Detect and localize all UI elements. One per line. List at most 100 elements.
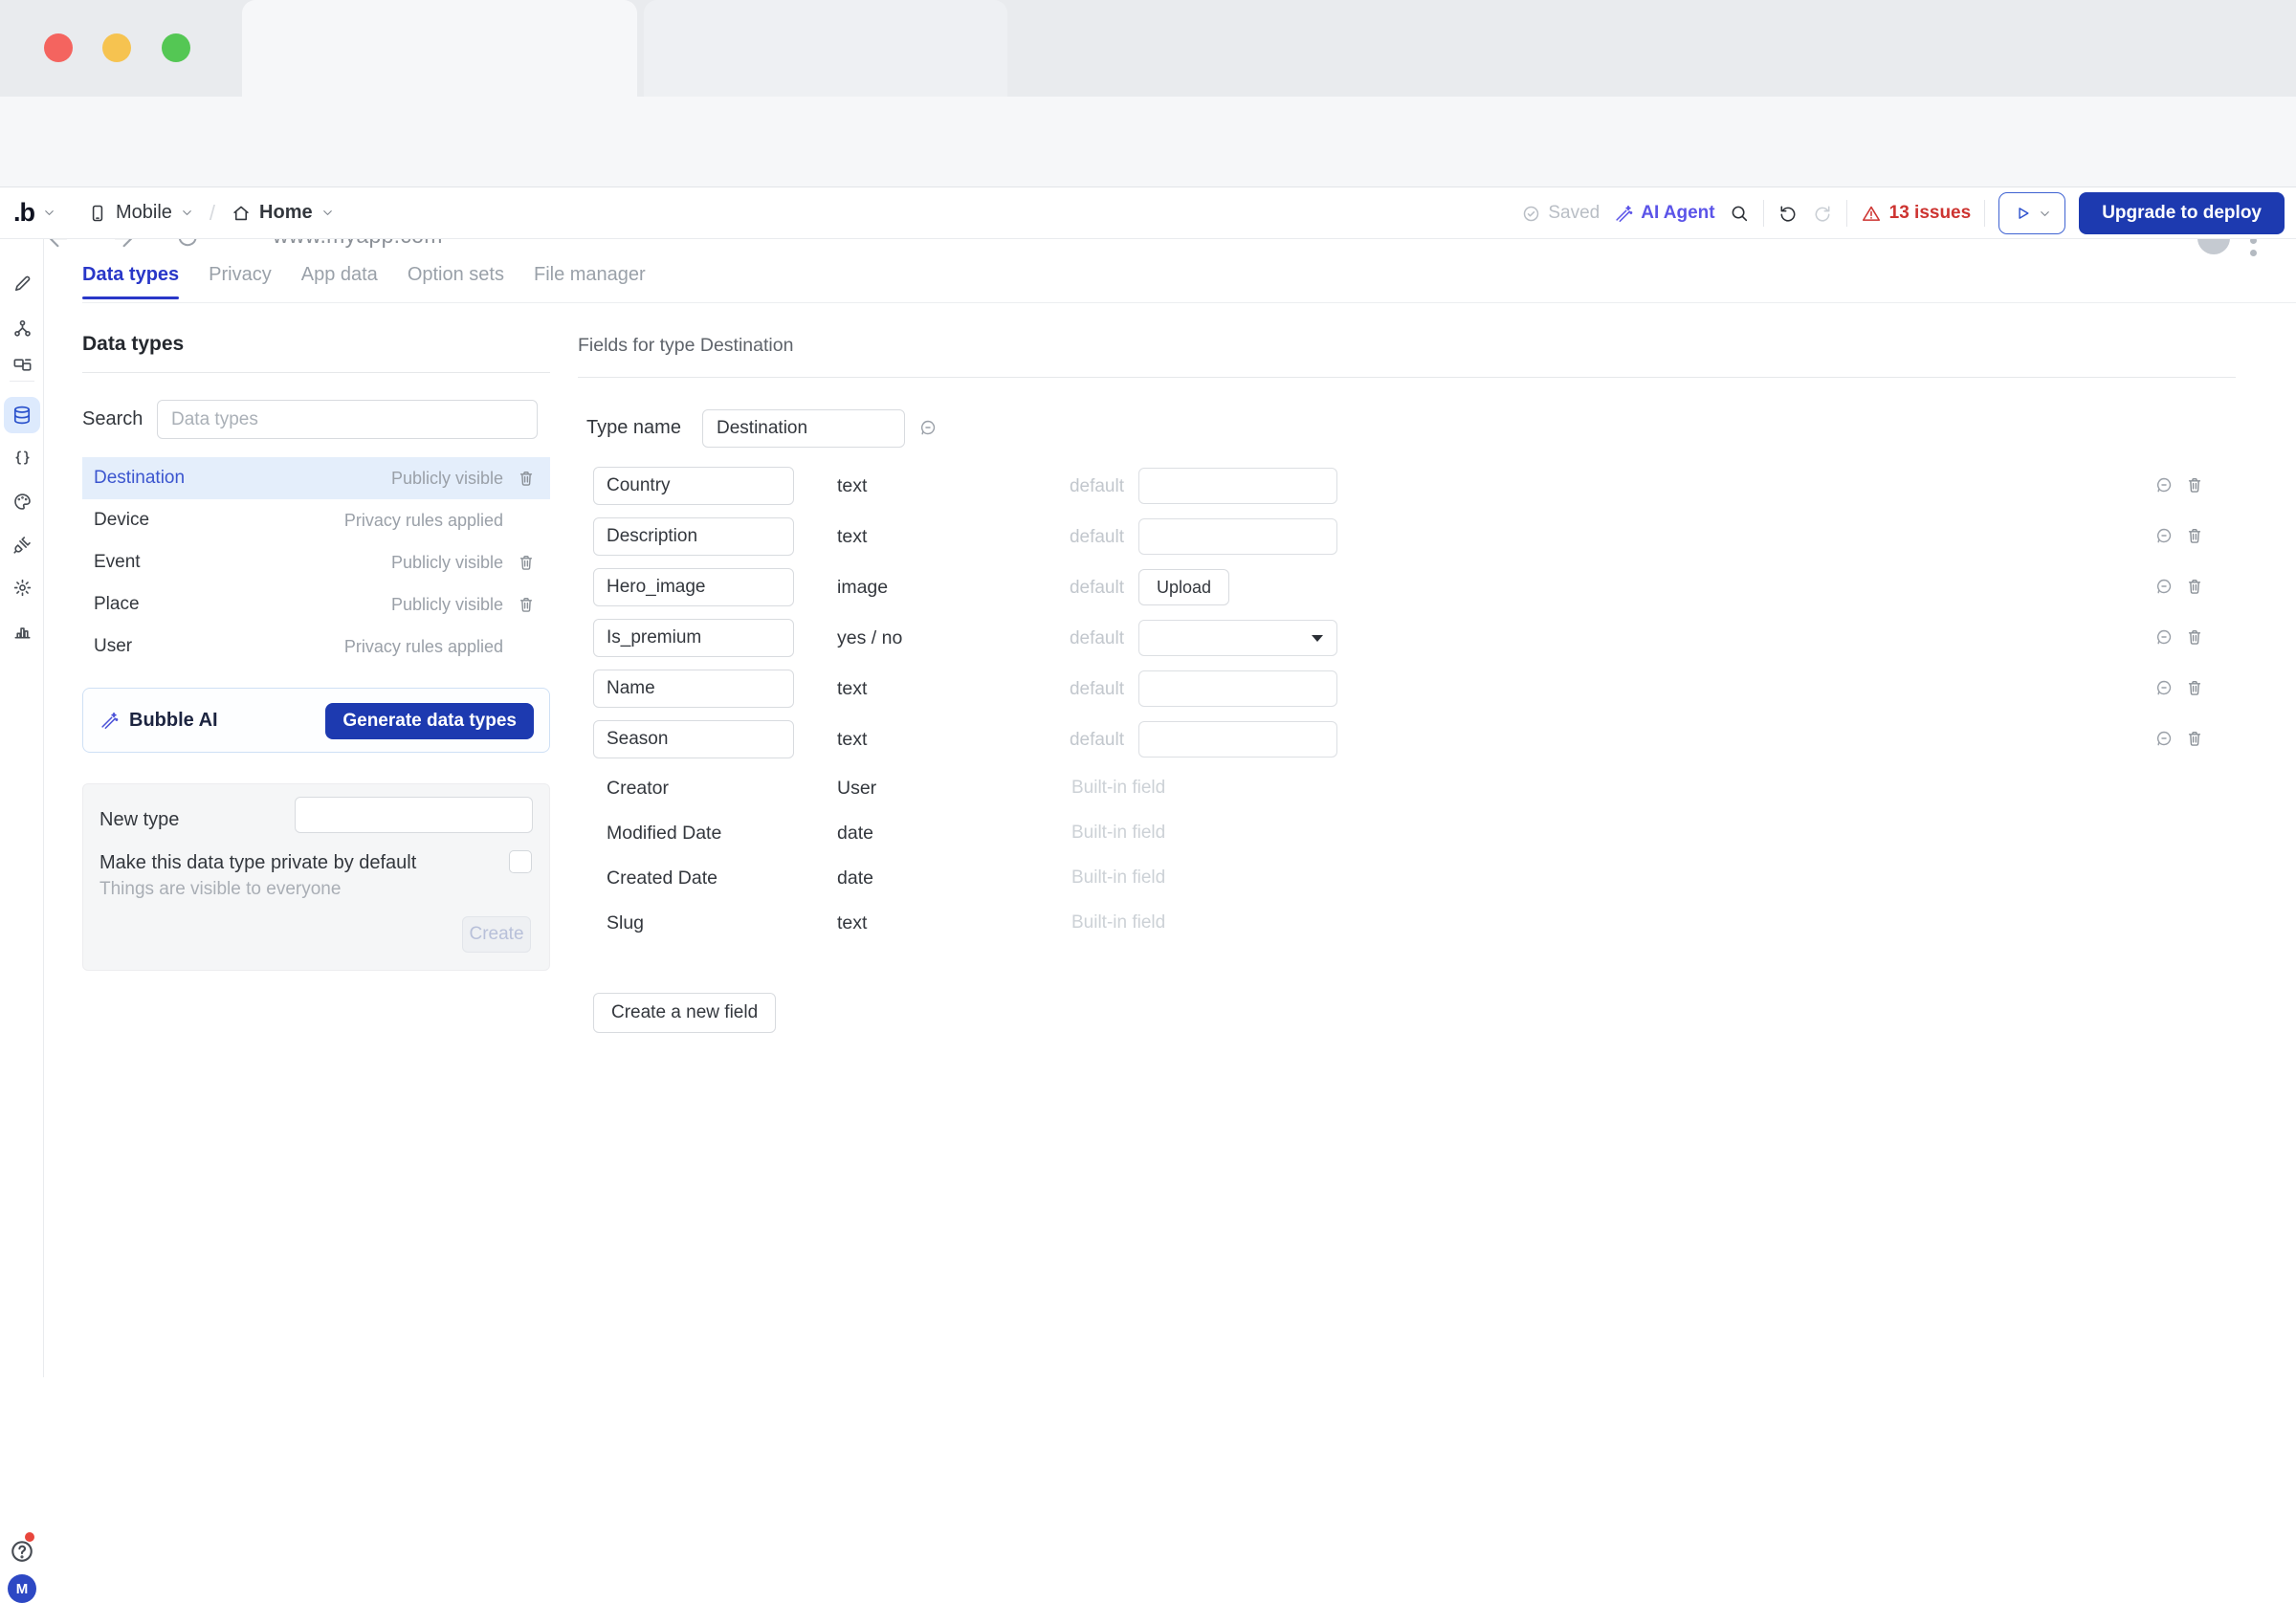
trash-icon[interactable]: [2185, 526, 2204, 545]
pencil-icon[interactable]: [4, 265, 40, 301]
data-type-row-destination[interactable]: DestinationPublicly visible: [82, 457, 550, 499]
database-icon[interactable]: [4, 397, 40, 433]
tab-app-data[interactable]: App data: [301, 264, 378, 299]
saved-status: Saved: [1521, 203, 1600, 224]
field-name-input[interactable]: [593, 517, 794, 556]
data-type-name: Place: [94, 594, 140, 615]
warning-triangle-icon: [1861, 203, 1882, 224]
trash-icon[interactable]: [2185, 678, 2204, 697]
bubble-ai-label: Bubble AI: [129, 710, 218, 732]
search-input[interactable]: [157, 400, 538, 439]
builtin-field-row-slug: SlugtextBuilt-in field: [578, 904, 2236, 942]
field-row-country: textdefault: [578, 467, 2236, 505]
layout-icon[interactable]: [4, 346, 40, 383]
default-value-input[interactable]: [1138, 721, 1337, 758]
data-type-row-user[interactable]: UserPrivacy rules applied: [82, 626, 550, 668]
toolbar-divider: [1763, 200, 1764, 227]
panel-divider: [82, 372, 550, 373]
gear-icon[interactable]: [4, 569, 40, 605]
search-icon[interactable]: [1729, 203, 1750, 224]
type-name-input[interactable]: [702, 409, 905, 448]
visibility-status: Publicly visible: [391, 595, 503, 615]
palette-icon[interactable]: [4, 483, 40, 519]
browser-tab-inactive[interactable]: [644, 0, 1007, 97]
default-value-input[interactable]: [1138, 468, 1337, 504]
workflow-icon[interactable]: [4, 310, 40, 346]
toolbar-divider: [1984, 200, 1985, 227]
trash-icon[interactable]: [2185, 627, 2204, 647]
field-name-input[interactable]: [593, 720, 794, 758]
page-selector[interactable]: Home: [259, 202, 313, 224]
field-row-hero_image: imagedefaultUpload: [578, 568, 2236, 606]
create-type-button[interactable]: Create: [462, 916, 531, 953]
comment-icon[interactable]: [2154, 577, 2174, 596]
chevron-down-icon: [2038, 207, 2052, 221]
builtin-field-row-creator: CreatorUserBuilt-in field: [578, 769, 2236, 807]
comment-icon[interactable]: [2154, 526, 2174, 545]
trash-icon[interactable]: [517, 469, 536, 488]
default-value-select[interactable]: [1138, 620, 1337, 656]
builtin-field-label: Built-in field: [1071, 823, 1165, 844]
trash-icon[interactable]: [2185, 475, 2204, 494]
field-type-label: User: [837, 778, 876, 800]
builtin-field-label: Built-in field: [1071, 912, 1165, 933]
chart-icon[interactable]: [4, 612, 40, 648]
plug-icon[interactable]: [4, 526, 40, 562]
redo-icon[interactable]: [1812, 203, 1833, 224]
browser-tab-active[interactable]: [242, 0, 637, 97]
upload-button[interactable]: Upload: [1138, 569, 1229, 605]
private-by-default-checkbox[interactable]: [509, 850, 532, 873]
comment-icon[interactable]: [2154, 627, 2174, 647]
field-name-input[interactable]: [593, 619, 794, 657]
issues-button[interactable]: 13 issues: [1861, 203, 1972, 224]
braces-icon[interactable]: [4, 440, 40, 476]
bubble-logo[interactable]: .b: [13, 198, 34, 228]
comment-icon[interactable]: [918, 418, 938, 437]
device-selector[interactable]: Mobile: [116, 202, 172, 224]
data-type-row-place[interactable]: Place Publicly visible: [82, 583, 550, 626]
ai-wand-icon: [1613, 203, 1634, 224]
field-row-description: textdefault: [578, 517, 2236, 556]
default-value-input[interactable]: [1138, 670, 1337, 707]
tab-privacy[interactable]: Privacy: [209, 264, 272, 299]
panel-title: Data types: [82, 333, 550, 356]
ai-agent-button[interactable]: AI Agent: [1613, 203, 1714, 224]
user-avatar[interactable]: M: [8, 1574, 36, 1603]
trash-icon[interactable]: [2185, 729, 2204, 748]
tab-data-types[interactable]: Data types: [82, 264, 179, 299]
upgrade-to-deploy-button[interactable]: Upgrade to deploy: [2079, 192, 2285, 234]
chevron-down-icon[interactable]: [320, 206, 335, 220]
field-name-input[interactable]: [593, 568, 794, 606]
chevron-down-icon[interactable]: [180, 206, 194, 220]
comment-icon[interactable]: [2154, 475, 2174, 494]
comment-icon[interactable]: [2154, 729, 2174, 748]
trash-icon[interactable]: [2185, 577, 2204, 596]
zoom-window-light[interactable]: [162, 33, 190, 62]
minimize-window-light[interactable]: [102, 33, 131, 62]
comment-icon[interactable]: [2154, 678, 2174, 697]
trash-icon[interactable]: [517, 553, 536, 572]
default-value-input[interactable]: [1138, 518, 1337, 555]
field-row-name: textdefault: [578, 670, 2236, 708]
preview-button[interactable]: [1998, 192, 2065, 234]
data-type-row-device[interactable]: DevicePrivacy rules applied: [82, 499, 550, 541]
visibility-status: Publicly visible: [391, 553, 503, 573]
fields-panel-title: Fields for type Destination: [578, 335, 793, 357]
data-type-row-event[interactable]: EventPublicly visible: [82, 541, 550, 583]
undo-icon[interactable]: [1777, 203, 1799, 224]
field-name-input[interactable]: [593, 467, 794, 505]
default-label: default: [1009, 476, 1124, 497]
generate-data-types-button[interactable]: Generate data types: [325, 703, 534, 739]
new-type-input[interactable]: [295, 797, 533, 833]
create-new-field-button[interactable]: Create a new field: [593, 993, 776, 1033]
tab-file-manager[interactable]: File manager: [534, 264, 646, 299]
trash-icon[interactable]: [517, 595, 536, 614]
field-name-input[interactable]: [593, 670, 794, 708]
new-type-label: New type: [99, 809, 179, 831]
tabs-divider: [82, 302, 2296, 303]
new-type-card: New type Make this data type private by …: [82, 783, 550, 971]
close-window-light[interactable]: [44, 33, 73, 62]
data-section-tabs: Data types Privacy App data Option sets File…: [82, 264, 646, 299]
tab-option-sets[interactable]: Option sets: [408, 264, 504, 299]
chevron-down-icon[interactable]: [42, 206, 56, 220]
